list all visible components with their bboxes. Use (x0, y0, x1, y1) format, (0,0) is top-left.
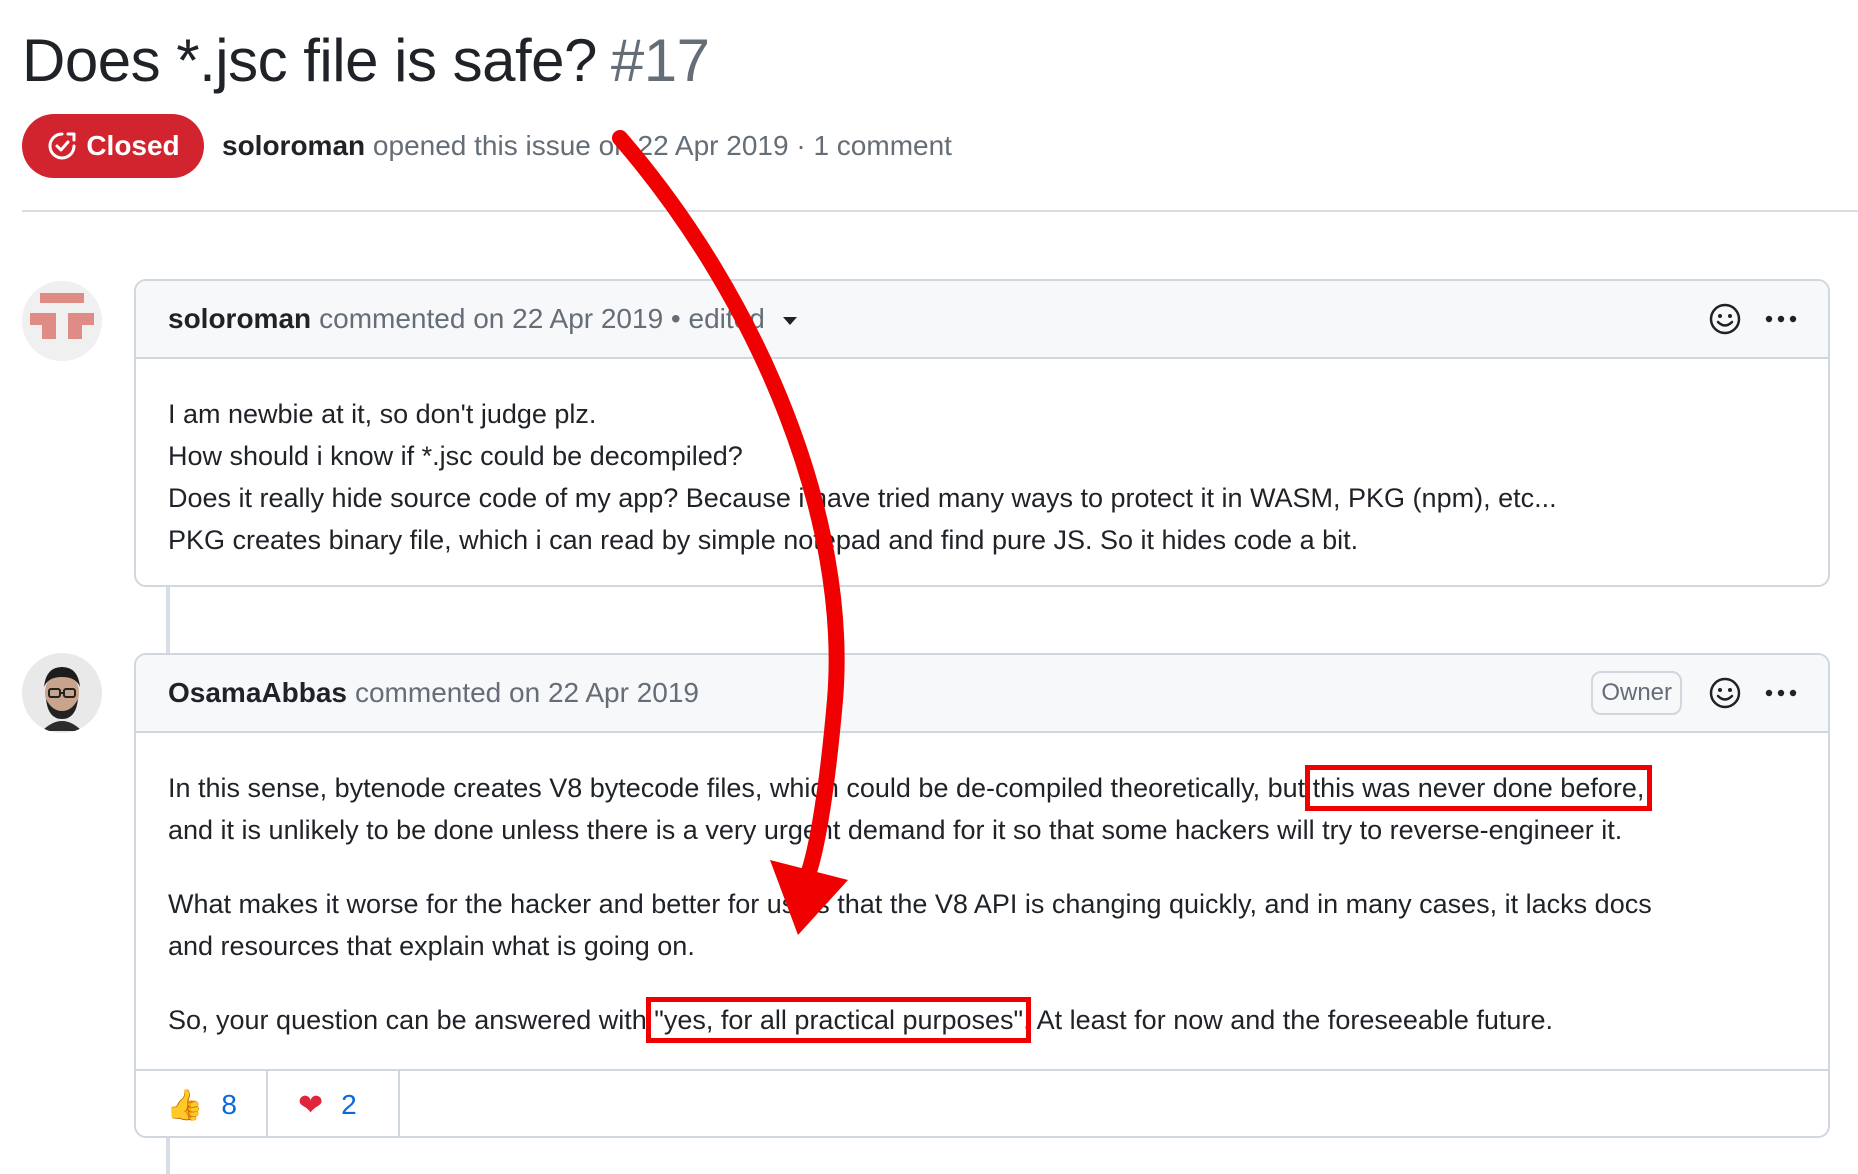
issue-page: Does *.jsc file is safe? #17 Closed solor… (0, 0, 1858, 1174)
issue-closed-icon (48, 132, 76, 160)
comment-1-line: PKG creates binary file, which i can rea… (168, 525, 1359, 555)
comment-2-paragraph-3: So, your question can be answered with "… (168, 997, 1796, 1043)
header-divider (22, 210, 1858, 212)
comment-2-paragraph-2: What makes it worse for the hacker and b… (168, 883, 1796, 967)
p3-text-cont: . At least for now and the foreseeable f… (1023, 1005, 1553, 1035)
kebab-horizontal-icon[interactable] (1764, 314, 1798, 324)
comment-1: soloroman commented on 22 Apr 2019 • edi… (134, 279, 1830, 587)
reaction-heart[interactable]: ❤ 2 (268, 1071, 400, 1136)
comment-1-body: I am newbie at it, so don't judge plz. H… (136, 359, 1828, 585)
reaction-count: 8 (221, 1089, 237, 1120)
issue-state-label: Closed (86, 130, 180, 161)
identicon-avatar (22, 281, 102, 361)
avatar-soloroman[interactable] (22, 281, 102, 361)
kebab-horizontal-icon[interactable] (1764, 688, 1798, 698)
issue-state-badge: Closed (22, 114, 204, 178)
profile-photo (22, 653, 102, 733)
reaction-thumbs-up[interactable]: 👍 8 (136, 1071, 268, 1136)
p1-text: In this sense, bytenode creates V8 bytec… (168, 773, 1313, 803)
comment-2-meta: commented on 22 Apr 2019 (354, 677, 699, 708)
chevron-down-icon[interactable] (782, 317, 797, 325)
avatar-osamaabbas[interactable] (22, 653, 102, 733)
comment-1-line: Does it really hide source code of my ap… (168, 483, 1557, 513)
highlighted-phrase-2: "yes, for all practical purposes" (646, 997, 1032, 1043)
p2-line-1: What makes it worse for the hacker and b… (168, 889, 1652, 919)
issue-meta-text: opened this issue on 22 Apr 2019 · 1 com… (372, 130, 952, 161)
reaction-count: 2 (341, 1089, 357, 1120)
comment-1-line: How should i know if *.jsc could be deco… (168, 441, 743, 471)
comment-2-header: OsamaAbbas commented on 22 Apr 2019 Owne… (136, 655, 1828, 733)
issue-title-text: Does *.jsc file is safe? (22, 27, 597, 94)
comment-1-header: soloroman commented on 22 Apr 2019 • edi… (136, 281, 1828, 359)
p3-text: So, your question can be answered with (168, 1005, 655, 1035)
comment-2-paragraph-1: In this sense, bytenode creates V8 bytec… (168, 765, 1796, 851)
p1-text-cont: and it is unlikely to be done unless the… (168, 815, 1623, 845)
owner-badge: Owner (1591, 671, 1682, 715)
issue-title: Does *.jsc file is safe? #17 (22, 26, 710, 95)
issue-number: #17 (610, 27, 710, 94)
highlighted-phrase-1: this was never done before, (1304, 765, 1653, 811)
comment-1-line: I am newbie at it, so don't judge plz. (168, 399, 597, 429)
comment-1-author[interactable]: soloroman (168, 303, 311, 335)
comment-2: OsamaAbbas commented on 22 Apr 2019 Owne… (134, 653, 1830, 1138)
comment-2-author[interactable]: OsamaAbbas (168, 677, 347, 709)
issue-meta: soloroman opened this issue on 22 Apr 20… (222, 130, 952, 162)
comment-2-body: In this sense, bytenode creates V8 bytec… (136, 733, 1828, 1069)
heart-icon: ❤ (298, 1087, 324, 1123)
issue-author-link[interactable]: soloroman (222, 130, 365, 161)
p2-line-2: and resources that explain what is going… (168, 931, 695, 961)
smiley-icon[interactable] (1708, 302, 1742, 336)
thumbs-up-icon: 👍 (166, 1087, 204, 1123)
comment-1-meta: commented on 22 Apr 2019 • edited (319, 303, 765, 334)
smiley-icon[interactable] (1708, 676, 1742, 710)
reactions-bar: 👍 8 ❤ 2 (136, 1069, 1828, 1136)
